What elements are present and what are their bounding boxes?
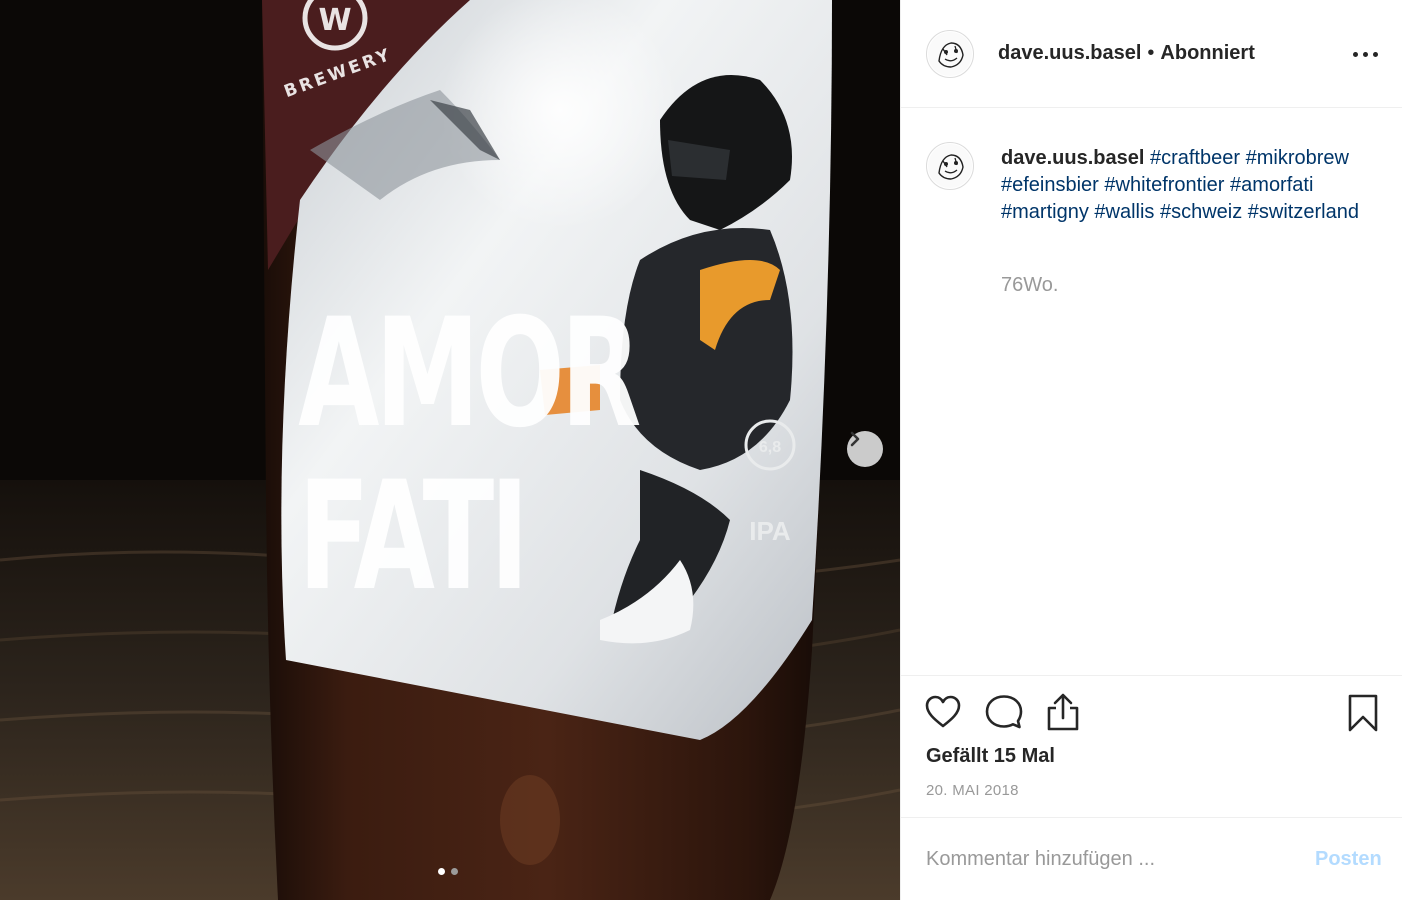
action-bar [901, 675, 1402, 732]
caption-text: dave.uus.basel #craftbeer #mikrobrew #ef… [1001, 145, 1386, 226]
beer-name-line2: FATI [298, 449, 525, 624]
hashtag-link[interactable]: #craftbeer [1150, 147, 1240, 169]
bookmark-icon[interactable] [1347, 694, 1379, 737]
carousel-indicator [438, 868, 458, 875]
style-label: IPA [749, 516, 791, 546]
hashtag-link[interactable]: #efeinsbier [1001, 174, 1099, 196]
hashtag-link[interactable]: #schweiz [1160, 201, 1242, 223]
instagram-post-view: 6,8 IPA AMOR FATI W BREWERY dave.uus.bas… [0, 0, 1402, 900]
comment-input[interactable] [926, 848, 1256, 871]
post-comment-button[interactable]: Posten [1315, 848, 1382, 871]
post-photo[interactable]: 6,8 IPA AMOR FATI W BREWERY [0, 0, 900, 900]
comment-icon[interactable] [985, 694, 1023, 735]
hashtag-link[interactable]: #amorfati [1230, 174, 1313, 196]
hashtag-link[interactable]: #whitefrontier [1104, 174, 1224, 196]
beer-name-line1: AMOR [298, 286, 640, 461]
more-options-icon[interactable] [1353, 44, 1379, 64]
abv-label: 6,8 [759, 439, 781, 456]
hashtag-link[interactable]: #mikrobrew [1246, 147, 1349, 169]
chevron-right-icon [850, 431, 860, 447]
carousel-next-button[interactable] [847, 431, 883, 467]
hashtag-link[interactable]: #martigny [1001, 201, 1089, 223]
post-header: dave.uus.basel • Abonniert [901, 0, 1402, 108]
avatar[interactable] [926, 30, 974, 78]
avatar-drawing-icon [928, 32, 972, 76]
hashtag-link[interactable]: #wallis [1094, 201, 1154, 223]
share-icon[interactable] [1046, 693, 1080, 736]
heart-icon[interactable] [924, 695, 962, 734]
caption-time-ago: 76Wo. [1001, 274, 1059, 296]
comment-form: Posten [901, 817, 1402, 901]
svg-text:W: W [318, 3, 351, 38]
hashtag-link[interactable]: #switzerland [1248, 201, 1359, 223]
caption-avatar[interactable] [926, 142, 974, 190]
carousel-dot-2 [451, 868, 458, 875]
caption-username-link[interactable]: dave.uus.basel [1001, 147, 1144, 169]
beer-bottle-image: 6,8 IPA AMOR FATI W BREWERY [0, 0, 900, 900]
avatar-drawing-icon [928, 144, 972, 188]
carousel-dot-1 [438, 868, 445, 875]
separator: • [1147, 42, 1155, 64]
username-link[interactable]: dave.uus.basel [998, 42, 1141, 64]
post-date: 20. MAI 2018 [926, 782, 1019, 799]
header-user: dave.uus.basel • Abonniert [998, 42, 1255, 65]
post-details-panel: dave.uus.basel • Abonniert dave.uus.basel … [900, 0, 1402, 900]
follow-status-button[interactable]: Abonniert [1160, 42, 1254, 64]
likes-count[interactable]: Gefällt 15 Mal [926, 745, 1055, 768]
